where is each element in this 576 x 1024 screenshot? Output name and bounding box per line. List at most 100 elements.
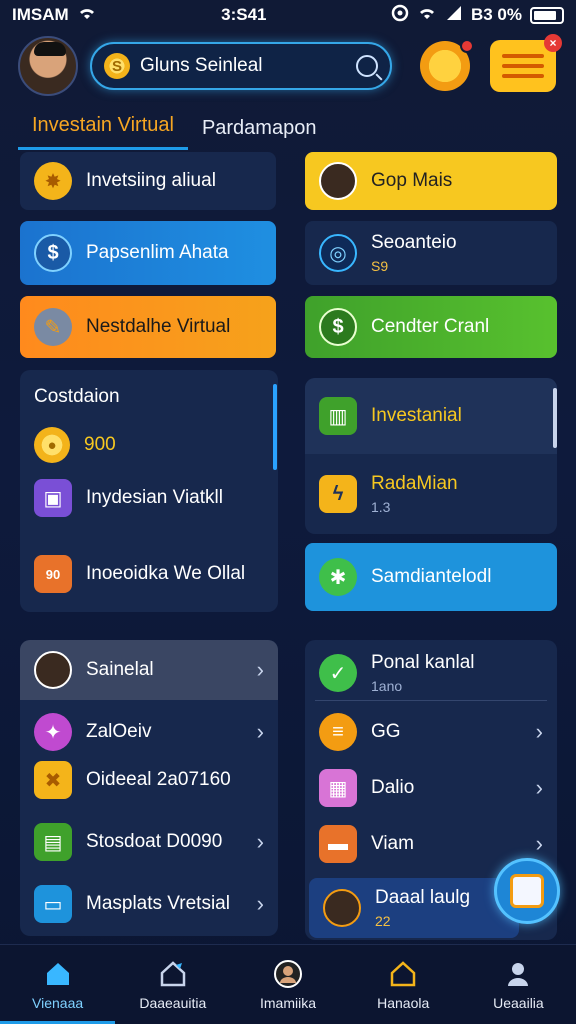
planet-icon: ◎ xyxy=(319,234,357,272)
card-label: Cendter Cranl xyxy=(371,316,490,337)
nav-item-hanaola[interactable]: Hanaola xyxy=(346,945,461,1024)
card-samdiantelodl[interactable]: ✱ Samdiantelodl xyxy=(305,543,557,611)
coin-stack-icon: ≡ xyxy=(319,713,357,751)
notification-dot xyxy=(460,39,474,53)
profile-icon xyxy=(274,959,302,988)
search-icon[interactable] xyxy=(356,55,378,77)
coin-value-row[interactable]: ● 900 xyxy=(20,424,130,466)
notes-button[interactable]: × xyxy=(490,34,562,92)
list-item[interactable]: ✖ Oideeal 2a07160 xyxy=(20,758,278,802)
divider xyxy=(315,700,547,701)
coin-reward-button[interactable] xyxy=(420,39,474,91)
pen-icon: ✎ xyxy=(34,308,72,346)
card-gop-mais[interactable]: Gop Mais xyxy=(305,152,557,210)
chevron-right-icon: › xyxy=(256,891,264,916)
chevron-right-icon: › xyxy=(535,831,543,856)
wifi-icon xyxy=(77,5,97,26)
list-item[interactable]: Daaal laulg 22 xyxy=(309,878,519,938)
card-seoanteio[interactable]: ◎ Seoanteio S9 xyxy=(305,221,557,285)
card-label: Gop Mais xyxy=(371,170,453,191)
chevron-right-icon: › xyxy=(256,829,264,854)
bottom-nav: Vienaaa Daaeauitia Imamiika Hanaola Ueaa… xyxy=(0,944,576,1024)
signal-icon xyxy=(445,5,463,26)
card-label: Invetsiing aliual xyxy=(86,170,216,191)
panel-title: Costdaion xyxy=(34,386,120,407)
card-sub: S9 xyxy=(371,258,389,274)
profile-avatar[interactable] xyxy=(18,36,78,96)
home-edit-icon xyxy=(160,960,186,986)
edit-photo-icon xyxy=(510,874,544,908)
nav-item-vienaaa[interactable]: Vienaaa xyxy=(0,945,116,1024)
list-item[interactable]: ▤ Stosdoat D0090 › xyxy=(20,820,278,864)
user-icon xyxy=(508,962,529,986)
nav-item-ueaailia[interactable]: Ueaailia xyxy=(461,945,576,1024)
ribbon-icon: ✖ xyxy=(34,761,72,799)
list-item[interactable]: ✓ Ponal kanlal 1ano xyxy=(305,648,557,698)
avatar-man2-icon xyxy=(323,889,361,927)
battery-icon xyxy=(529,6,564,24)
clock: 3:S41 xyxy=(221,5,267,24)
list-item[interactable]: ▥ Investanial xyxy=(305,378,557,454)
house-outline-icon xyxy=(390,960,416,986)
card-label: Seoanteio xyxy=(371,232,457,253)
list-item[interactable]: ϟ RadaMian 1.3 xyxy=(305,466,472,522)
screen-icon: ▭ xyxy=(34,885,72,923)
chevron-right-icon: › xyxy=(535,775,543,800)
search-input[interactable]: Gluns Seinleal xyxy=(140,55,346,77)
green-check-icon: ✓ xyxy=(319,654,357,692)
list-item[interactable]: ✦ ZalOeiv › xyxy=(20,710,278,754)
tab-bar: Investain Virtual Pardamapon xyxy=(18,110,558,150)
coin-value: 900 xyxy=(84,434,116,455)
green-doc-icon: ▤ xyxy=(34,823,72,861)
purple-box-icon: ▣ xyxy=(34,479,72,517)
lightning-icon: ϟ xyxy=(319,475,357,513)
coin-icon: S xyxy=(104,53,130,79)
coin-icon: ● xyxy=(34,427,70,463)
home-icon xyxy=(46,962,69,985)
left-panel: Costdaion ● 900 ▣ Inydesian Viatkll 90 I… xyxy=(20,370,278,612)
cube-icon: ▦ xyxy=(319,769,357,807)
avatar-man-icon xyxy=(34,651,72,689)
wifi-right-icon xyxy=(417,5,437,26)
status-bar: IMSAM 3:S41 B3 0% xyxy=(0,0,576,30)
dollar-coin-icon: $ xyxy=(319,308,357,346)
close-badge-icon: × xyxy=(544,34,562,52)
left-list-panel: Sainelal › ✦ ZalOeiv › ✖ Oideeal 2a07160… xyxy=(20,640,278,936)
list-item[interactable]: 90 Inoeoidka We Ollal xyxy=(20,552,259,596)
folder-icon: ▬ xyxy=(319,825,357,863)
card-papsenlim[interactable]: $ Papsenlim Ahata xyxy=(20,221,276,285)
nav-item-daaeauitia[interactable]: Daaeauitia xyxy=(115,945,230,1024)
right-panel: ▥ Investanial ϟ RadaMian 1.3 xyxy=(305,378,557,534)
list-item[interactable]: ≡ GG › xyxy=(305,710,557,754)
card-invetsiing[interactable]: ✸ Invetsiing aliual xyxy=(20,152,276,210)
card-nestdalhe[interactable]: ✎ Nestdalhe Virtual xyxy=(20,296,276,358)
list-item[interactable]: ▣ Inydesian Viatkll xyxy=(20,476,237,520)
calendar-icon: 90 xyxy=(34,555,72,593)
green-chart-icon: ▥ xyxy=(319,397,357,435)
list-item[interactable]: ▦ Dalio › xyxy=(305,766,557,810)
tab-pardamapon[interactable]: Pardamapon xyxy=(188,117,331,150)
scrollbar[interactable] xyxy=(553,388,557,448)
purple-star-icon: ✦ xyxy=(34,713,72,751)
chevron-right-icon: › xyxy=(535,719,543,744)
card-label: Papsenlim Ahata xyxy=(86,242,229,263)
battery-text: B3 0% xyxy=(470,5,522,24)
list-item[interactable]: ▭ Masplats Vretsial › xyxy=(20,882,278,926)
carrier-label: IMSAM xyxy=(12,5,69,24)
chevron-right-icon: › xyxy=(256,657,264,682)
dollar-coin-icon: $ xyxy=(34,234,72,272)
card-cendter-cranl[interactable]: $ Cendter Cranl xyxy=(305,296,557,358)
scrollbar[interactable] xyxy=(273,384,277,470)
tab-investain-virtual[interactable]: Investain Virtual xyxy=(18,114,188,150)
card-label: Nestdalhe Virtual xyxy=(86,316,231,337)
sun-badge-icon: ✸ xyxy=(34,162,72,200)
nav-item-imamiika[interactable]: Imamiika xyxy=(230,945,345,1024)
floating-action-button[interactable] xyxy=(494,858,560,924)
avatar-woman-icon xyxy=(319,162,357,200)
chevron-right-icon: › xyxy=(256,719,264,744)
search-bar[interactable]: S Gluns Seinleal xyxy=(90,42,392,90)
list-item[interactable]: Sainelal › xyxy=(20,640,278,700)
settings-small-icon xyxy=(391,4,409,27)
top-bar: S Gluns Seinleal × xyxy=(0,30,576,102)
gear-star-icon: ✱ xyxy=(319,558,357,596)
